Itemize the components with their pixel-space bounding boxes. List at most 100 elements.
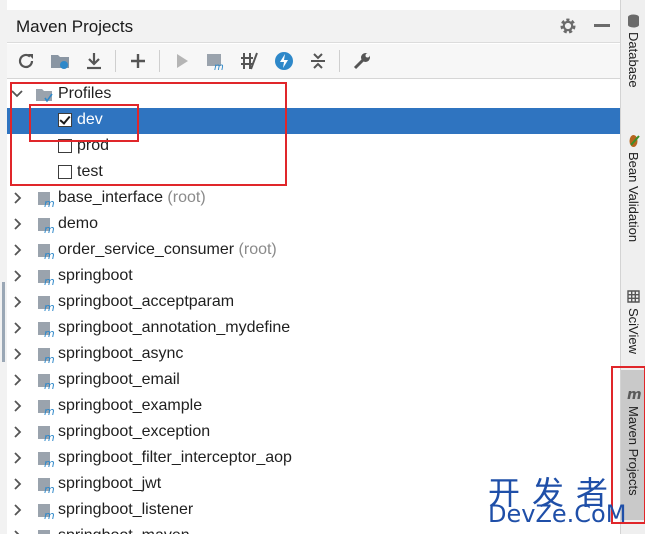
chevron-right-icon[interactable] bbox=[11, 374, 23, 386]
svg-text:m: m bbox=[44, 405, 55, 416]
project-name-text: springboot_acceptparam bbox=[58, 293, 235, 310]
project-name: springboot_annotation_mydefine bbox=[58, 319, 290, 337]
settings-wrench-icon[interactable] bbox=[351, 50, 373, 72]
chevron-right-icon[interactable] bbox=[11, 348, 23, 360]
project-name-text: springboot_jwt bbox=[58, 475, 162, 492]
project-row[interactable]: m springboot_maven bbox=[7, 524, 620, 534]
profile-checkbox-prod[interactable] bbox=[58, 139, 72, 153]
add-icon[interactable] bbox=[127, 50, 149, 72]
maven-module-icon: m bbox=[38, 348, 55, 364]
gear-icon[interactable] bbox=[558, 16, 578, 36]
project-name-text: springboot_example bbox=[58, 397, 203, 414]
project-name-text: springboot_async bbox=[58, 345, 184, 362]
maven-module-icon: m bbox=[38, 400, 55, 416]
chevron-right-icon[interactable] bbox=[11, 322, 23, 334]
tool-tab-database[interactable]: Database bbox=[621, 10, 645, 110]
tool-tab-sciview[interactable]: SciView bbox=[621, 286, 645, 366]
project-row[interactable]: m springboot_listener bbox=[7, 498, 620, 524]
maven-module-icon: m bbox=[38, 192, 55, 208]
svg-text:m: m bbox=[44, 249, 55, 260]
project-name: springboot_email bbox=[58, 371, 180, 389]
svg-text:m: m bbox=[44, 197, 55, 208]
gutter-marker bbox=[2, 282, 5, 362]
svg-text:m: m bbox=[44, 431, 55, 442]
tree-node-profiles[interactable]: Profiles bbox=[7, 82, 620, 108]
chevron-right-icon[interactable] bbox=[11, 270, 23, 282]
project-row[interactable]: m springboot_acceptparam bbox=[7, 290, 620, 316]
chevron-right-icon[interactable] bbox=[11, 296, 23, 308]
panel-title: Maven Projects bbox=[16, 17, 134, 36]
ide-window: Maven Projects m Profiles dev prod test … bbox=[0, 0, 645, 534]
maven-tree: Profiles dev prod test m base_interface (… bbox=[7, 80, 620, 534]
collapse-all-icon[interactable] bbox=[307, 50, 329, 72]
tool-tab-bean-validation[interactable]: Bean Validation bbox=[621, 130, 645, 260]
project-row[interactable]: m springboot_filter_interceptor_aop bbox=[7, 446, 620, 472]
profiles-label: Profiles bbox=[58, 85, 112, 102]
project-name-text: springboot_exception bbox=[58, 423, 211, 440]
project-name-text: springboot_annotation_mydefine bbox=[58, 319, 291, 336]
generate-sources-icon[interactable] bbox=[49, 50, 71, 72]
chevron-right-icon[interactable] bbox=[11, 218, 23, 230]
project-row[interactable]: m springboot_jwt bbox=[7, 472, 620, 498]
maven-module-icon: m bbox=[38, 504, 55, 520]
project-row[interactable]: m springboot_exception bbox=[7, 420, 620, 446]
project-row[interactable]: m springboot_example bbox=[7, 394, 620, 420]
chevron-right-icon[interactable] bbox=[11, 504, 23, 516]
project-row[interactable]: m springboot_email bbox=[7, 368, 620, 394]
chevron-right-icon[interactable] bbox=[11, 400, 23, 412]
project-name: springboot_jwt bbox=[58, 475, 161, 493]
svg-text:m: m bbox=[44, 483, 55, 494]
project-name: springboot_maven bbox=[58, 527, 190, 534]
download-icon[interactable] bbox=[83, 50, 105, 72]
right-tool-strip: Database Bean Validation SciView m Maven… bbox=[611, 0, 645, 534]
maven-module-icon: m bbox=[38, 296, 55, 312]
project-row[interactable]: m springboot bbox=[7, 264, 620, 290]
chevron-right-icon[interactable] bbox=[11, 426, 23, 438]
project-row[interactable]: m demo bbox=[7, 212, 620, 238]
maven-module-icon: m bbox=[38, 530, 50, 534]
project-name: springboot_filter_interceptor_aop bbox=[58, 449, 292, 467]
profile-checkbox-test[interactable] bbox=[58, 165, 72, 179]
profile-row-prod[interactable]: prod bbox=[7, 134, 620, 160]
tool-tab-label: Bean Validation bbox=[626, 152, 641, 243]
project-name: base_interface (root) bbox=[58, 189, 206, 207]
database-icon bbox=[628, 14, 639, 28]
run-icon[interactable] bbox=[171, 50, 193, 72]
offline-icon[interactable] bbox=[273, 50, 295, 72]
skip-tests-icon[interactable] bbox=[239, 50, 261, 72]
project-row[interactable]: m order_service_consumer (root) bbox=[7, 238, 620, 264]
chevron-right-icon[interactable] bbox=[11, 192, 23, 204]
project-name-text: springboot_email bbox=[58, 371, 180, 388]
project-name: order_service_consumer (root) bbox=[58, 241, 277, 259]
project-row[interactable]: m springboot_annotation_mydefine bbox=[7, 316, 620, 342]
reimport-icon[interactable] bbox=[15, 50, 37, 72]
svg-text:m: m bbox=[44, 379, 55, 390]
chevron-right-icon[interactable] bbox=[11, 530, 23, 534]
chevron-right-icon[interactable] bbox=[11, 452, 23, 464]
maven-module-icon: m bbox=[38, 244, 55, 260]
project-row[interactable]: m base_interface (root) bbox=[7, 186, 620, 212]
project-name-text: order_service_consumer bbox=[58, 241, 235, 258]
chevron-down-icon[interactable] bbox=[11, 88, 23, 100]
profile-row-dev[interactable]: dev bbox=[7, 108, 620, 134]
project-name: springboot_listener bbox=[58, 501, 193, 519]
maven-projects-panel: Maven Projects m Profiles dev prod test … bbox=[7, 0, 620, 534]
tool-tab-maven-projects[interactable]: m Maven Projects bbox=[621, 370, 645, 520]
profile-label: dev bbox=[77, 111, 103, 128]
bean-icon bbox=[629, 135, 640, 147]
svg-text:m: m bbox=[44, 509, 55, 520]
project-name: springboot_exception bbox=[58, 423, 210, 441]
svg-text:m: m bbox=[44, 327, 55, 338]
chevron-right-icon[interactable] bbox=[11, 478, 23, 490]
svg-text:m: m bbox=[44, 301, 55, 312]
project-row[interactable]: m springboot_async bbox=[7, 342, 620, 368]
toolbar-separator bbox=[339, 50, 340, 72]
profiles-folder-icon bbox=[36, 89, 53, 103]
chevron-right-icon[interactable] bbox=[11, 244, 23, 256]
execute-goal-icon[interactable]: m bbox=[205, 50, 227, 72]
tool-tab-label: SciView bbox=[626, 308, 641, 355]
minimize-icon[interactable] bbox=[594, 24, 610, 27]
profile-checkbox-dev[interactable] bbox=[58, 113, 72, 127]
maven-module-icon: m bbox=[38, 452, 55, 468]
profile-row-test[interactable]: test bbox=[7, 160, 620, 186]
